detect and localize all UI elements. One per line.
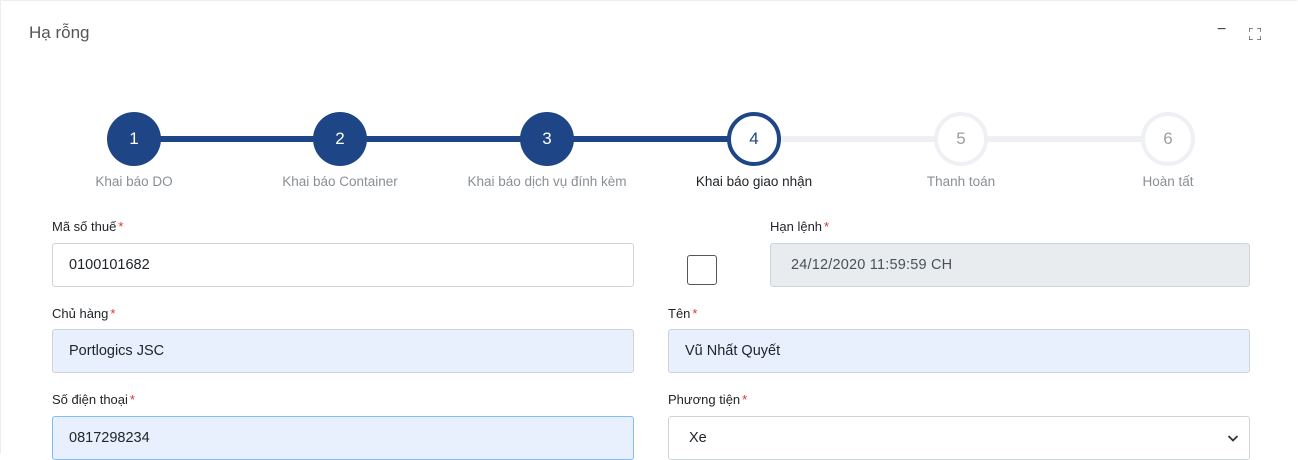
tax-code-label: Mã số thuế * [52, 219, 123, 234]
vehicle-label-text: Phương tiện [668, 392, 741, 407]
step-3[interactable]: 3 [520, 112, 574, 166]
vehicle-label: Phương tiện * [668, 392, 747, 407]
deadline-label: Hạn lệnh * [770, 219, 829, 234]
deadline-label-text: Hạn lệnh [770, 219, 823, 234]
name-label-text: Tên [668, 306, 691, 321]
step-1-label: Khai báo DO [95, 174, 173, 189]
required-mark: * [110, 306, 116, 321]
step-6-label: Hoàn tất [1142, 174, 1194, 189]
required-mark: * [692, 306, 698, 321]
modal-panel: Hạ rỗng − 1 2 3 4 5 6 Khai báo DO Khai b… [0, 0, 1297, 460]
step-3-label: Khai báo dịch vụ đính kèm [467, 174, 627, 189]
name-label: Tên * [668, 306, 697, 321]
step-5-label: Thanh toán [926, 174, 996, 189]
vehicle-select-value: Xe [689, 430, 707, 446]
step-4-label: Khai báo giao nhận [695, 174, 813, 189]
name-input[interactable]: Vũ Nhất Quyết [668, 329, 1250, 373]
required-mark: * [824, 219, 830, 234]
step-2[interactable]: 2 [313, 112, 367, 166]
vehicle-select[interactable]: Xe [668, 416, 1250, 460]
tax-code-input[interactable]: 0100101682 [52, 243, 634, 287]
fullscreen-icon[interactable] [1249, 28, 1261, 40]
owner-input[interactable]: Portlogics JSC [52, 329, 634, 373]
chevron-down-icon [1227, 435, 1239, 442]
step-6[interactable]: 6 [1141, 112, 1195, 166]
required-mark: * [118, 219, 124, 234]
phone-input[interactable]: 0817298234 [52, 416, 634, 460]
stepper-progress-line [134, 136, 755, 142]
phone-label: Số điện thoại * [52, 392, 135, 407]
owner-label-text: Chủ hàng [52, 306, 109, 321]
minimize-button[interactable]: − [1217, 21, 1226, 39]
required-mark: * [129, 392, 135, 407]
phone-label-text: Số điện thoại [52, 392, 128, 407]
step-1[interactable]: 1 [107, 112, 161, 166]
required-mark: * [742, 392, 748, 407]
step-2-label: Khai báo Container [282, 174, 398, 189]
deadline-checkbox[interactable] [687, 255, 717, 285]
step-4[interactable]: 4 [727, 112, 781, 166]
window-title: Hạ rỗng [29, 23, 90, 42]
tax-code-label-text: Mã số thuế [52, 219, 117, 234]
owner-label: Chủ hàng * [52, 306, 115, 321]
step-5[interactable]: 5 [934, 112, 988, 166]
deadline-input[interactable]: 24/12/2020 11:59:59 CH [770, 243, 1250, 287]
